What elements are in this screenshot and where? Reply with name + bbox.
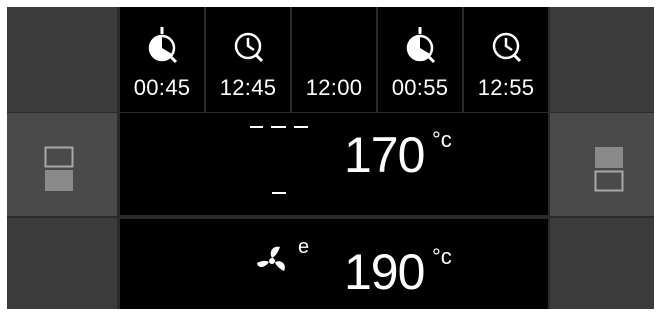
timer-5-value: 12:55 (477, 75, 535, 100)
select-lower-compartment-icon (44, 146, 74, 191)
clock-icon (234, 32, 264, 63)
timer-3-value: 12:00 (305, 75, 363, 100)
upper-zone-display[interactable]: 170 °c (120, 113, 548, 215)
lower-zone-display[interactable]: e 190 °c (120, 219, 548, 309)
lower-zone-unit: °c (432, 244, 452, 269)
timer-2[interactable]: 12:45 (206, 7, 290, 112)
bottom-left-blank (7, 218, 117, 309)
timer-4-value: 00:55 (391, 75, 449, 100)
bottom-right-blank (550, 218, 654, 309)
fan-eco-icon (257, 246, 285, 271)
clock-icon (492, 32, 522, 63)
clock-partial-icon (148, 27, 178, 64)
top-left-blank (7, 7, 117, 112)
timer-5[interactable]: 12:55 (464, 7, 548, 112)
timer-1[interactable]: 00:45 (120, 7, 204, 112)
upper-zone-unit: °c (432, 127, 452, 152)
timer-4[interactable]: 00:55 (378, 7, 462, 112)
upper-zone-temperature: 170 (344, 127, 425, 183)
right-zone-button[interactable] (550, 113, 654, 216)
timer-3[interactable]: 12:00 (292, 7, 376, 112)
timer-2-value: 12:45 (219, 75, 277, 100)
lower-zone-temperature: 190 (344, 244, 425, 300)
top-bottom-heat-icon (250, 126, 308, 194)
top-right-blank (550, 7, 654, 112)
timer-1-value: 00:45 (133, 75, 191, 100)
select-upper-compartment-icon (594, 147, 624, 192)
oven-control-panel: 00:45 12:45 12:00 00:55 12:55 170 °c e 1… (7, 7, 654, 309)
fan-mode-superscript: e (298, 236, 310, 258)
left-zone-button[interactable] (7, 113, 117, 216)
clock-partial-icon (406, 27, 436, 64)
